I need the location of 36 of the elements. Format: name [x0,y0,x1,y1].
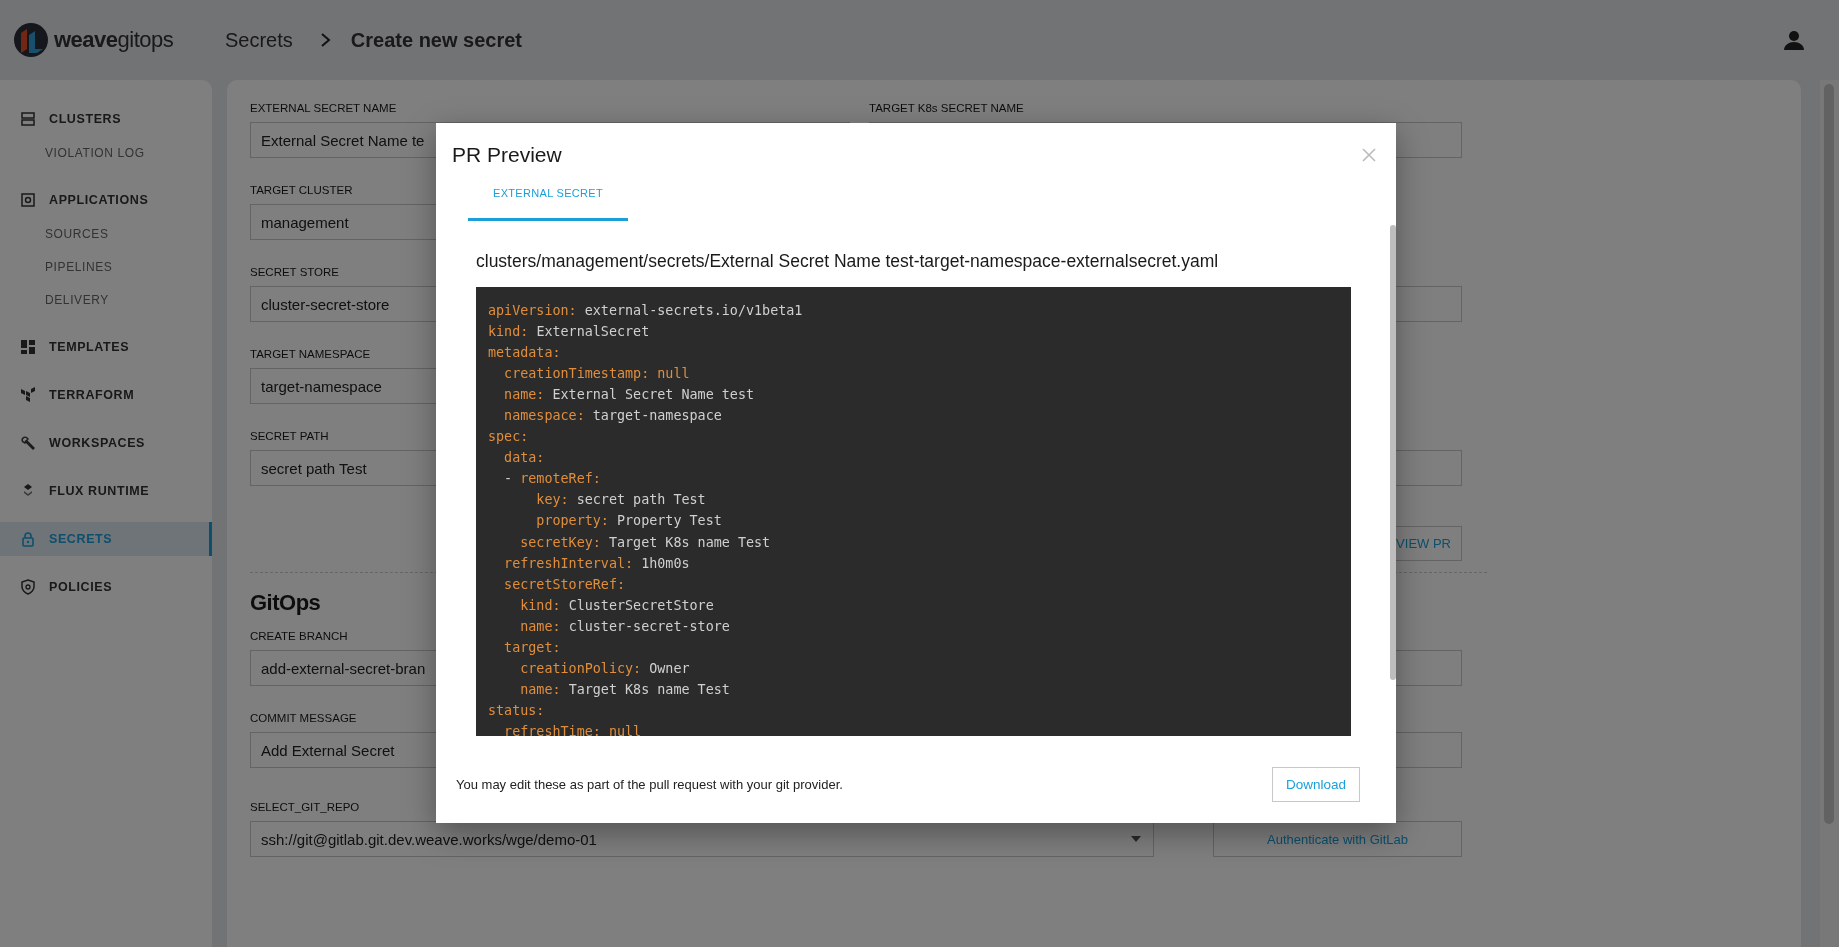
field-label: EXTERNAL SECRET NAME [250,101,397,116]
code-line: - remoteRef: [503,470,601,489]
code-line: namespace: target-namespace [503,407,722,426]
dialog-title: PR Preview [452,143,562,167]
code-line: creationPolicy: Owner [519,659,690,678]
code-line: secretKey: Target K8s name Test [519,533,771,552]
code-line: data: [503,449,545,468]
code-line: spec: [488,428,529,447]
logo-wordmark: weavegitops [54,27,174,53]
code-line: property: Property Test [535,512,722,531]
code-line: name: External Secret Name test [503,386,755,405]
code-line: key: secret path Test [535,491,706,510]
field-label: TARGET K8s SECRET NAME [869,101,1024,116]
field-label: CREATE BRANCH [250,629,348,644]
code-line: name: Target K8s name Test [519,680,730,699]
section-title: GitOps [250,590,321,616]
code-line: metadata: [488,344,561,363]
code-line: kind: ExternalSecret [488,323,650,342]
code-line: name: cluster-secret-store [519,617,730,636]
code-line: secretStoreRef: [503,575,626,594]
file-path: clusters/management/secrets/External Secret Name test-target-namespace-externalsecret.yaml [476,251,1220,273]
code-line: refreshTime: null [503,722,642,736]
code-line: target: [503,638,561,657]
code-line: kind: ClusterSecretStore [519,596,714,615]
field-label: SELECT_GIT_REPO [250,800,360,815]
code-line: apiVersion: external-secrets.io/v1beta1 [488,302,803,320]
field-label: SECRET PATH [250,429,329,444]
field-label: SECRET STORE [250,265,340,280]
code-line: status: [488,701,545,720]
code-line: creationTimestamp: null [503,365,690,384]
breadcrumb: Create new secret [350,28,522,52]
field-label: COMMIT MESSAGE [250,711,357,726]
footer-note: You may edit these as part of the pull request with your git provider. [456,776,843,792]
code-line: refreshInterval: 1h0m0s [503,554,690,573]
field-label: TARGET CLUSTER [250,183,353,198]
field-label: TARGET NAMESPACE [250,347,371,362]
